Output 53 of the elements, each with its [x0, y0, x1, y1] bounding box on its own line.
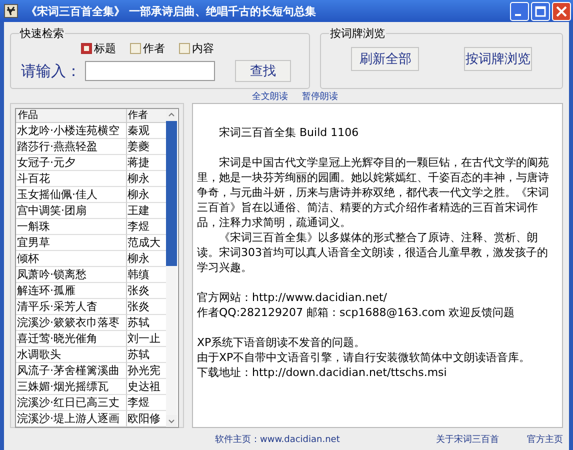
table-cell[interactable]: 解连环·孤雁 — [16, 283, 127, 299]
table-cell[interactable]: 女冠子·元夕 — [16, 155, 127, 171]
checkbox[interactable] — [130, 43, 141, 54]
text-paragraph: 宋词三百首全集 Build 1106 — [218, 125, 360, 140]
column-header[interactable]: 作品 — [16, 109, 127, 123]
text-paragraph: XP系统下语音朗读不发音的问题。 — [197, 335, 366, 350]
table-cell[interactable]: 浣溪沙·红日已高三丈 — [16, 395, 127, 411]
group-label: 快速检索 — [19, 26, 65, 41]
maximize-icon[interactable] — [531, 2, 550, 20]
table-cell[interactable]: 倾杯 — [16, 251, 127, 267]
table-cell[interactable]: 凤萧吟·锁离愁 — [16, 267, 127, 283]
scroll-thumb[interactable] — [166, 121, 177, 266]
table-cell[interactable]: 一斛珠 — [16, 219, 127, 235]
official-link[interactable]: 官方主页 — [527, 432, 563, 446]
table-cell[interactable]: 浣溪沙·堤上游人逐画 — [16, 411, 127, 427]
table-cell[interactable]: 斗百花 — [16, 171, 127, 187]
text-paragraph: 作者QQ:282129207 邮箱：scp1688@163.com 欢迎反馈问题 — [197, 305, 516, 320]
table-cell[interactable]: 水龙吟·小楼连苑横空 — [16, 123, 127, 139]
table-cell[interactable]: 踏莎行·燕燕轻盈 — [16, 139, 127, 155]
close-icon[interactable] — [552, 2, 571, 20]
table-cell[interactable]: 浣溪沙·簌簌衣巾落枣 — [16, 315, 127, 331]
table-cell[interactable]: 玉女摇仙佩·佳人 — [16, 187, 127, 203]
text-paragraph: 官方网站：http://www.dacidian.net/ — [197, 290, 388, 305]
search-field[interactable] — [85, 61, 215, 81]
checkbox[interactable] — [179, 43, 190, 54]
text-paragraph: 《宋词三百首全集》以多媒体的形式整合了原诗、注释、赏析、朗读。宋词303首均可以真人语音全文朗读，很适合儿童早教，激发孩子的学习兴趣。 — [197, 230, 549, 275]
text-paragraph: 宋词是中国古代文学皇冠上光辉夺目的一颗巨钻，在古代文学的阆苑里，她是一块芬芳绚丽的园圃。她以姹紫嫣红、千姿百态的丰神，与唐诗争奇，与元曲斗妍，历来与唐诗并称双绝，都代表一代文学之胜。《宋词三百首》旨在以通俗、简洁、精要的方式介绍作者精选的三百首宋词作品，注释力求简明，疏通词义。 — [197, 155, 550, 230]
checkbox[interactable] — [81, 43, 92, 54]
read-link[interactable]: 全文朗读 — [252, 91, 288, 103]
table-cell[interactable]: 宫中调笑·团扇 — [16, 203, 127, 219]
checkbox-label[interactable]: 内容 — [192, 41, 214, 56]
about-link[interactable]: 关于宋词三百首 — [436, 432, 499, 446]
browse-button[interactable]: 刷新全部 — [351, 47, 420, 71]
app-icon — [4, 4, 18, 18]
find-button[interactable]: 查找 — [235, 60, 291, 82]
text-paragraph: 下载地址：http://down.dacidian.net/ttschs.msi — [197, 365, 448, 380]
table-cell[interactable]: 三姝媚·烟光摇缥瓦 — [16, 379, 127, 395]
browse-button[interactable]: 按词牌浏览 — [464, 47, 532, 71]
group-label: 按词牌浏览 — [329, 26, 386, 41]
input-label: 请输入： — [20, 62, 81, 80]
table-cell[interactable]: 宜男草 — [16, 235, 127, 251]
minimize-icon[interactable] — [510, 2, 529, 20]
homepage-link[interactable]: 软件主页：www.dacidian.net — [215, 432, 340, 446]
checkbox-label[interactable]: 标题 — [94, 41, 116, 56]
text-paragraph: 由于XP不自带中文语音引擎，请自行安装微软简体中文朗读语音库。 — [197, 350, 532, 365]
table-cell[interactable]: 喜迁莺·晓光催角 — [16, 331, 127, 347]
read-link[interactable]: 暂停朗读 — [302, 91, 338, 103]
column-header[interactable]: 作者 — [126, 109, 166, 123]
table-cell[interactable]: 风流子·茅舍槿篱溪曲 — [16, 363, 127, 379]
window-title: 《宋词三百首全集》 一部承诗启曲、绝唱千古的长短句总集 — [26, 4, 316, 18]
checkbox-label[interactable]: 作者 — [143, 41, 165, 56]
table-cell[interactable]: 水调歌头 — [16, 347, 127, 363]
table-cell[interactable]: 清平乐·采芳人杳 — [16, 299, 127, 315]
